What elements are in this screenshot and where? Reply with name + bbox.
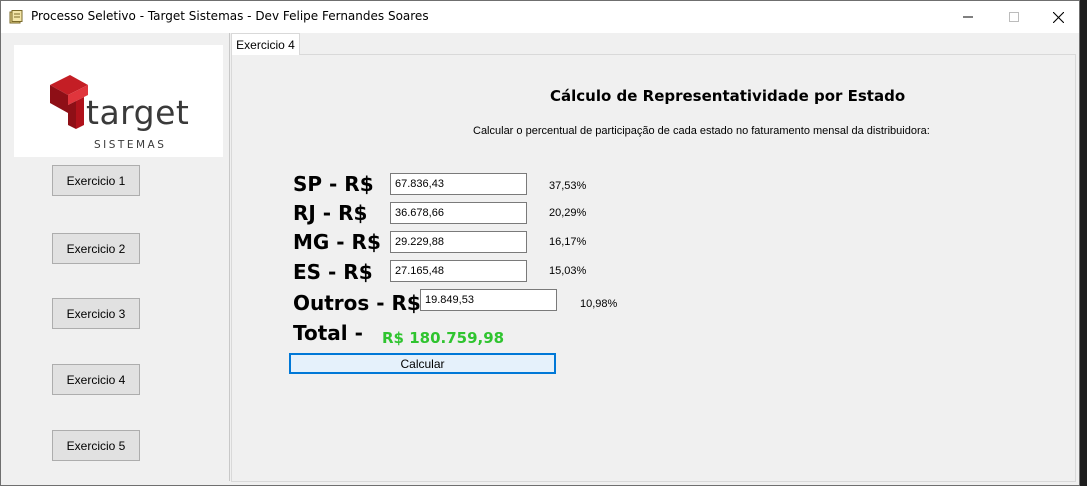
page-description: Calcular o percentual de participação de… xyxy=(473,125,930,137)
outros-percent: 10,98% xyxy=(580,298,618,310)
exercicio-3-button[interactable]: Exercicio 3 xyxy=(52,298,140,329)
rj-value-input[interactable]: 36.678,66 xyxy=(390,202,527,224)
close-icon xyxy=(1052,11,1064,23)
app-icon xyxy=(9,10,23,24)
mg-percent: 16,17% xyxy=(549,236,587,248)
outros-label: Outros - R$ xyxy=(293,291,421,315)
sidebar: target SISTEMAS Exercicio 1 Exercicio 2 … xyxy=(1,33,230,481)
es-label: ES - R$ xyxy=(293,260,373,284)
target-logo-mark xyxy=(50,75,88,129)
sp-value-input[interactable]: 67.836,43 xyxy=(390,173,527,195)
sp-percent: 37,53% xyxy=(549,180,587,192)
minimize-icon xyxy=(963,16,973,18)
tab-exercicio-4[interactable]: Exercicio 4 xyxy=(231,33,300,55)
page-heading: Cálculo de Representatividade por Estado xyxy=(550,87,906,105)
exercicio-1-button[interactable]: Exercicio 1 xyxy=(52,165,140,196)
calcular-button[interactable]: Calcular xyxy=(289,353,556,374)
rj-label: RJ - R$ xyxy=(293,201,368,225)
close-button[interactable] xyxy=(1035,1,1081,33)
logo-wordmark: target xyxy=(86,93,190,132)
sp-label: SP - R$ xyxy=(293,172,374,196)
rj-percent: 20,29% xyxy=(549,207,587,219)
exercicio-5-button[interactable]: Exercicio 5 xyxy=(52,430,140,461)
minimize-button[interactable] xyxy=(945,1,991,33)
background-window-edge xyxy=(1081,0,1087,486)
total-value: R$ 180.759,98 xyxy=(382,329,505,347)
mg-value-input[interactable]: 29.229,88 xyxy=(390,231,527,253)
es-percent: 15,03% xyxy=(549,265,587,277)
es-value-input[interactable]: 27.165,48 xyxy=(390,260,527,282)
maximize-icon xyxy=(1009,12,1019,22)
exercicio-4-button[interactable]: Exercicio 4 xyxy=(52,364,140,395)
mg-label: MG - R$ xyxy=(293,230,381,254)
total-label: Total - xyxy=(293,321,363,345)
app-window: Processo Seletivo - Target Sistemas - De… xyxy=(0,0,1080,486)
target-logo: target SISTEMAS xyxy=(14,45,223,157)
logo-subtitle: SISTEMAS xyxy=(94,139,167,151)
exercicio-2-button[interactable]: Exercicio 2 xyxy=(52,233,140,264)
outros-value-input[interactable]: 19.849,53 xyxy=(420,289,557,311)
window-title: Processo Seletivo - Target Sistemas - De… xyxy=(31,9,429,23)
maximize-button[interactable] xyxy=(991,1,1037,33)
title-bar: Processo Seletivo - Target Sistemas - De… xyxy=(1,1,1079,33)
